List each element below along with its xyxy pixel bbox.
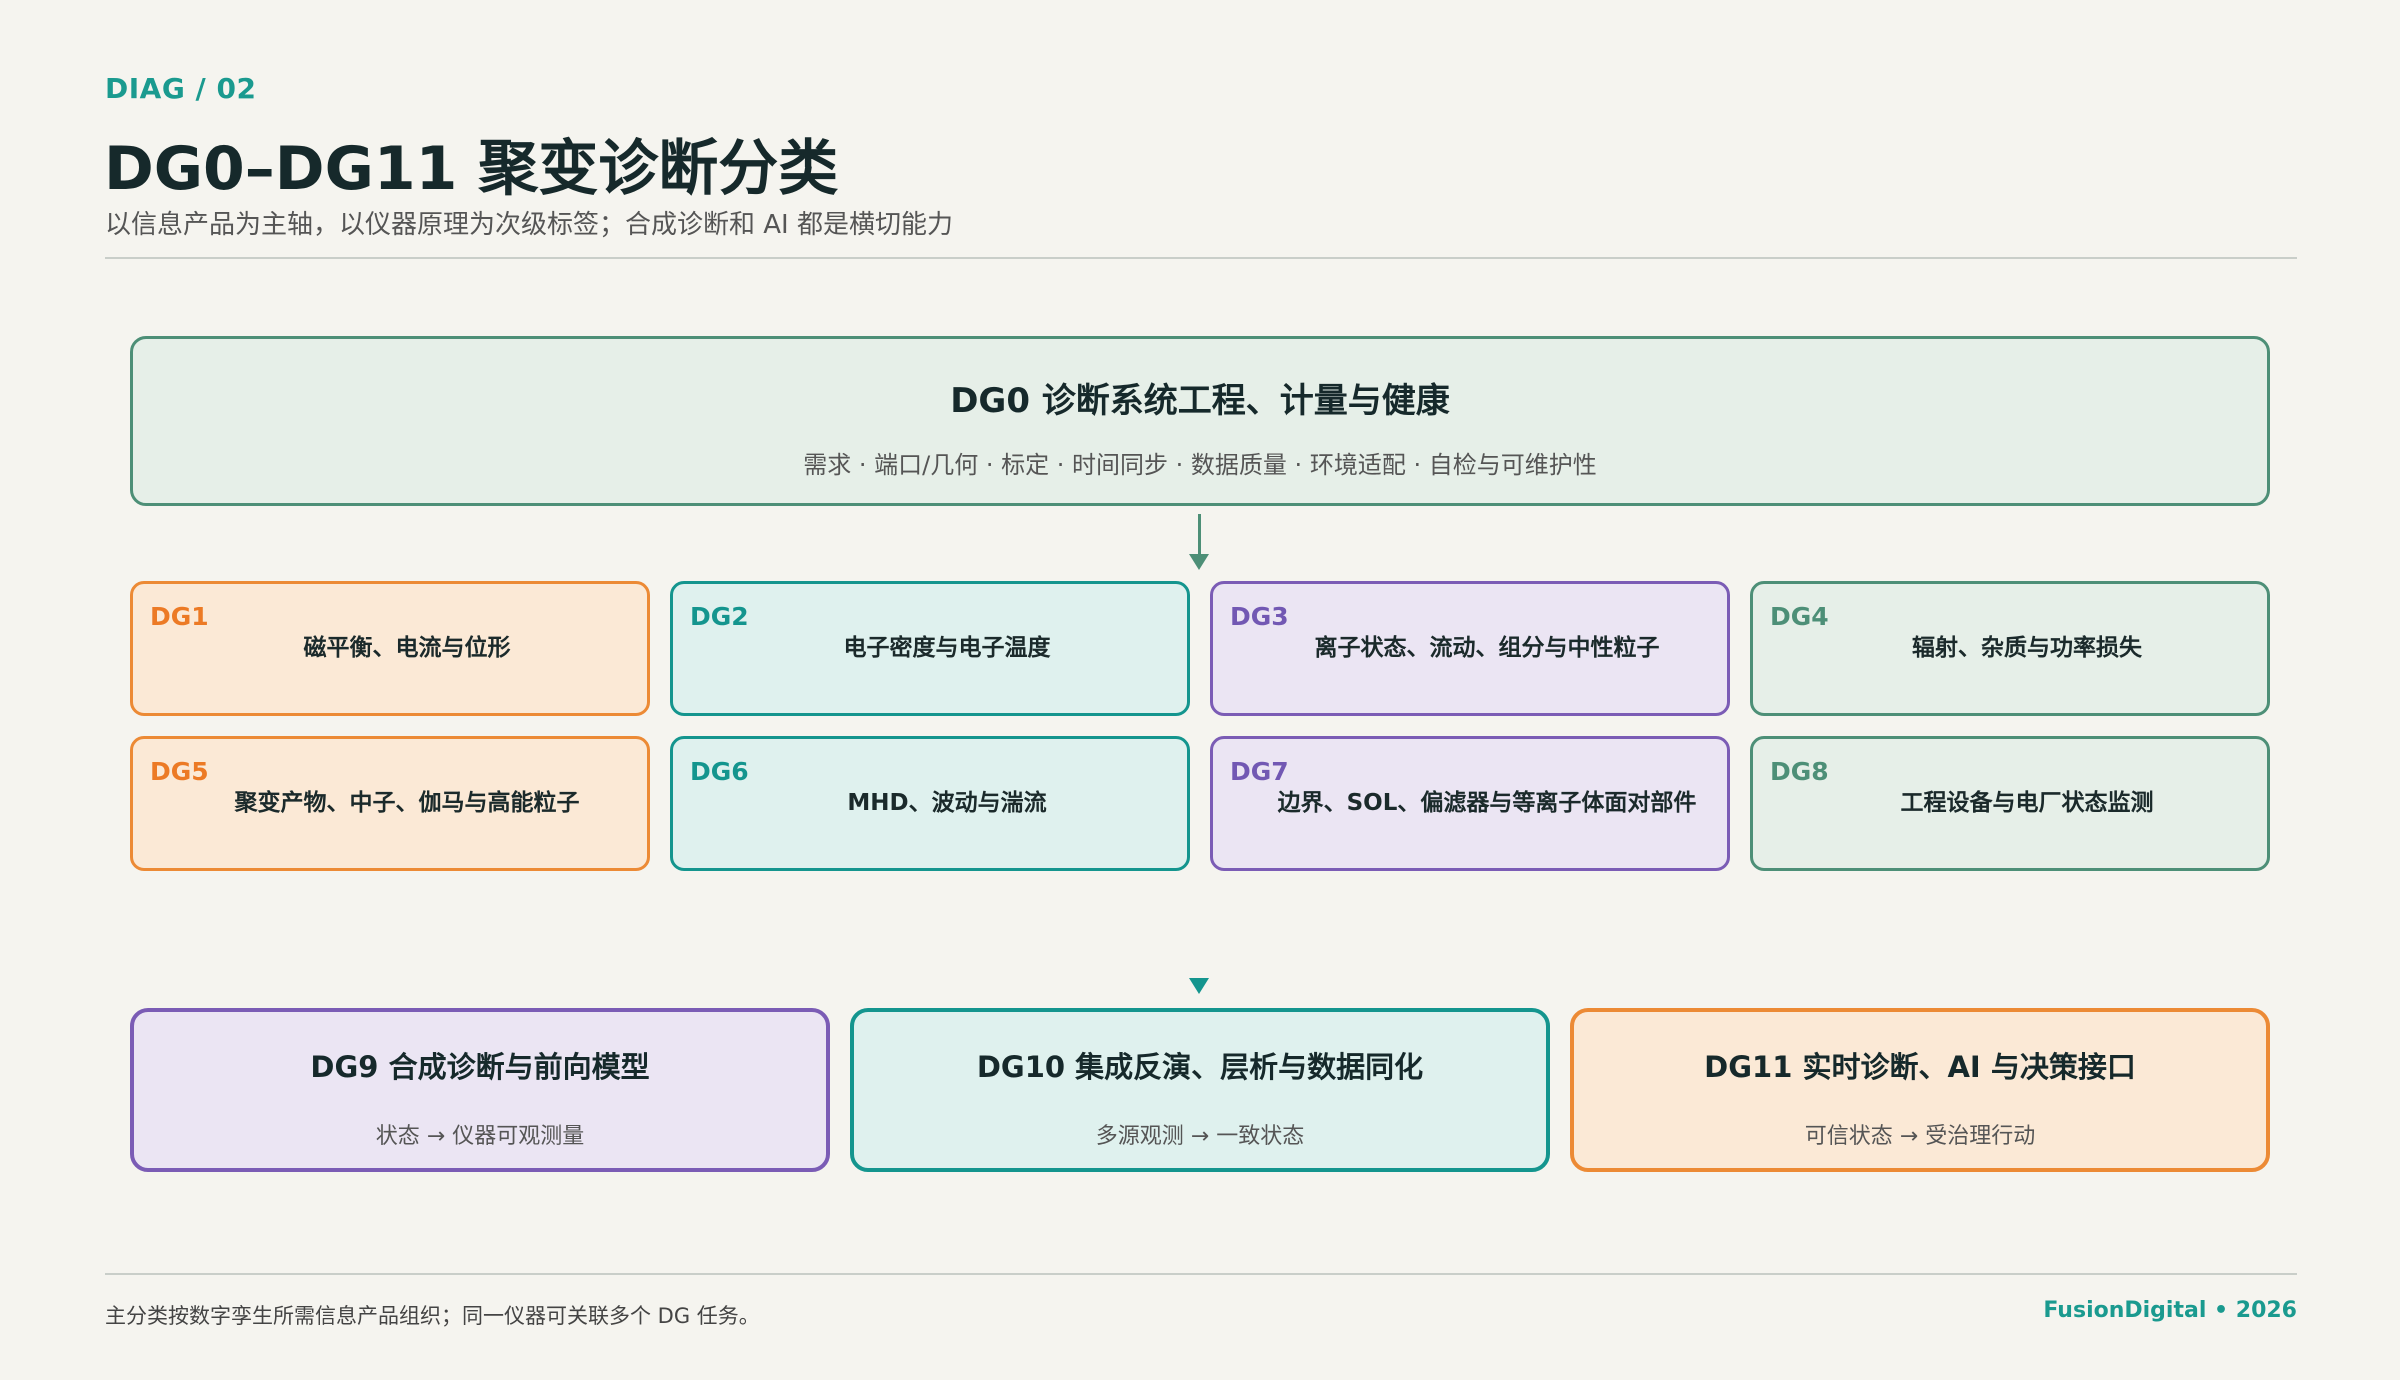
dg4-card: DG4 辐射、杂质与功率损失: [1750, 581, 2270, 716]
page-subtitle: 以信息产品为主轴，以仪器原理为次级标签；合成诊断和 AI 都是横切能力: [105, 210, 953, 240]
dg0-box: DG0 诊断系统工程、计量与健康 需求 · 端口/几何 · 标定 · 时间同步 …: [130, 336, 2270, 506]
dg7-card: DG7 边界、SOL、偏滤器与等离子体面对部件: [1210, 736, 1730, 871]
dg11-title: DG11 实时诊断、AI 与决策接口: [1704, 1050, 2136, 1084]
dg2-label: 电子密度与电子温度: [843, 635, 1051, 661]
header-divider: [105, 257, 2297, 259]
dg8-label: 工程设备与电厂状态监测: [1900, 790, 2154, 816]
down-arrow-icon: [1189, 554, 1209, 570]
dg11-subtitle: 可信状态 → 受治理行动: [1804, 1124, 2036, 1149]
dg10-title: DG10 集成反演、层析与数据同化: [976, 1050, 1424, 1084]
dg5-label: 聚变产物、中子、伽马与高能粒子: [234, 790, 580, 816]
dg2-card: DG2 电子密度与电子温度: [670, 581, 1190, 716]
dg3-label: 离子状态、流动、组分与中性粒子: [1314, 635, 1660, 661]
dg9-subtitle: 状态 → 仪器可观测量: [375, 1124, 585, 1149]
dg0-title: DG0 诊断系统工程、计量与健康: [950, 381, 1450, 421]
dg8-card: DG8 工程设备与电厂状态监测: [1750, 736, 2270, 871]
eyebrow-label: DIAG / 02: [105, 72, 257, 105]
dg6-label: MHD、波动与湍流: [847, 790, 1047, 816]
footer-divider: [105, 1273, 2297, 1275]
dg1-label: 磁平衡、电流与位形: [303, 635, 511, 661]
down-triangle-icon: [1189, 978, 1209, 994]
dg11-box: DG11 实时诊断、AI 与决策接口 可信状态 → 受治理行动: [1570, 1008, 2270, 1172]
dg6-card: DG6 MHD、波动与湍流: [670, 736, 1190, 871]
page-title: DG0–DG11 聚变诊断分类: [104, 134, 839, 204]
dg9-title: DG9 合成诊断与前向模型: [310, 1050, 650, 1084]
footer-note: 主分类按数字孪生所需信息产品组织；同一仪器可关联多个 DG 任务。: [105, 1304, 760, 1328]
down-arrow-line: [1198, 514, 1201, 558]
dg7-label: 边界、SOL、偏滤器与等离子体面对部件: [1277, 790, 1697, 816]
footer-brand: FusionDigital • 2026: [2043, 1298, 2297, 1323]
dg1-card: DG1 磁平衡、电流与位形: [130, 581, 650, 716]
dg10-box: DG10 集成反演、层析与数据同化 多源观测 → 一致状态: [850, 1008, 1550, 1172]
dg9-box: DG9 合成诊断与前向模型 状态 → 仪器可观测量: [130, 1008, 830, 1172]
dg4-label: 辐射、杂质与功率损失: [1912, 635, 2142, 661]
dg0-subtitle: 需求 · 端口/几何 · 标定 · 时间同步 · 数据质量 · 环境适配 · 自…: [803, 451, 1597, 479]
dg3-card: DG3 离子状态、流动、组分与中性粒子: [1210, 581, 1730, 716]
dg10-subtitle: 多源观测 → 一致状态: [1095, 1124, 1305, 1149]
dg5-card: DG5 聚变产物、中子、伽马与高能粒子: [130, 736, 650, 871]
